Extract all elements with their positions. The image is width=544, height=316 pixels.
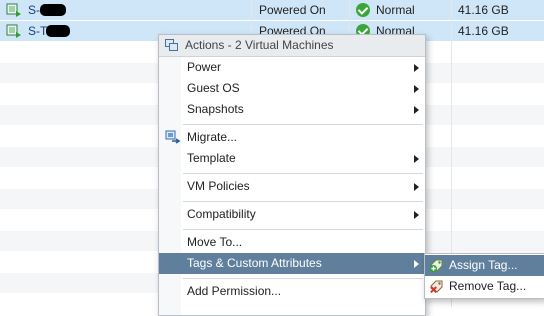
vm-size: 41.16 GB — [458, 24, 509, 38]
submenu-arrow-icon — [414, 85, 419, 93]
submenu-arrow-icon — [414, 106, 419, 114]
menu-item-label: Compatibility — [187, 207, 256, 221]
menu-separator — [183, 278, 423, 279]
virtual-machines-icon — [165, 39, 178, 51]
menu-item-label: Move To... — [187, 235, 243, 249]
menu-item-migrate[interactable]: Migrate... — [159, 127, 425, 148]
submenu-arrow-icon — [414, 211, 419, 219]
menu-item-add-permission[interactable]: Add Permission... — [159, 281, 425, 302]
status-ok-icon — [356, 3, 370, 17]
menu-item-power[interactable]: Power — [159, 57, 425, 78]
menu-item-guest-os[interactable]: Guest OS — [159, 78, 425, 99]
vm-powered-on-icon — [6, 24, 21, 38]
submenu-arrow-icon — [414, 155, 419, 163]
context-menu: Actions - 2 Virtual Machines Power Guest… — [158, 34, 426, 316]
submenu-item-assign-tag[interactable]: Assign Tag... — [425, 255, 544, 276]
menu-separator — [183, 173, 423, 174]
menu-item-tags-custom-attributes[interactable]: Tags & Custom Attributes — [159, 253, 425, 274]
menu-item-label: Power — [187, 60, 222, 74]
vm-size: 41.16 GB — [458, 3, 509, 17]
menu-item-template[interactable]: Template — [159, 148, 425, 169]
context-menu-title: Actions - 2 Virtual Machines — [185, 38, 334, 52]
menu-separator — [183, 124, 423, 125]
migrate-icon — [165, 130, 181, 144]
menu-item-move-to[interactable]: Move To... — [159, 232, 425, 253]
menu-item-compatibility[interactable]: Compatibility — [159, 204, 425, 225]
assign-tag-icon — [430, 259, 443, 272]
vm-status: Normal — [376, 3, 415, 17]
menu-separator — [183, 229, 423, 230]
menu-item-label: Guest OS — [187, 81, 240, 95]
menu-item-label: Tags & Custom Attributes — [187, 256, 322, 270]
redacted-text — [40, 4, 66, 16]
menu-item-label: Template — [187, 151, 236, 165]
context-menu-header: Actions - 2 Virtual Machines — [159, 35, 425, 57]
submenu-item-label: Assign Tag... — [449, 258, 518, 272]
submenu-arrow-icon — [414, 64, 419, 72]
submenu-item-remove-tag[interactable]: Remove Tag... — [425, 276, 544, 297]
menu-separator — [183, 201, 423, 202]
vm-name[interactable]: S- — [28, 0, 40, 20]
menu-item-vm-policies[interactable]: VM Policies — [159, 176, 425, 197]
vm-name[interactable]: S-T — [28, 21, 47, 41]
menu-item-label: Add Permission... — [187, 284, 282, 298]
menu-item-snapshots[interactable]: Snapshots — [159, 99, 425, 120]
submenu-arrow-icon — [414, 260, 419, 268]
menu-item-label: Snapshots — [187, 102, 244, 116]
submenu-arrow-icon — [414, 183, 419, 191]
redacted-text — [46, 25, 70, 37]
remove-tag-icon — [430, 280, 443, 294]
menu-item-label: Migrate... — [187, 130, 238, 144]
vm-powered-on-icon — [6, 3, 21, 17]
submenu-item-label: Remove Tag... — [449, 279, 527, 293]
vm-state: Powered On — [259, 3, 326, 17]
table-row[interactable]: S- Powered On Normal 41.16 GB — [0, 0, 544, 20]
tags-submenu: Assign Tag... Remove Tag... — [424, 253, 544, 299]
menu-item-label: VM Policies — [187, 179, 250, 193]
